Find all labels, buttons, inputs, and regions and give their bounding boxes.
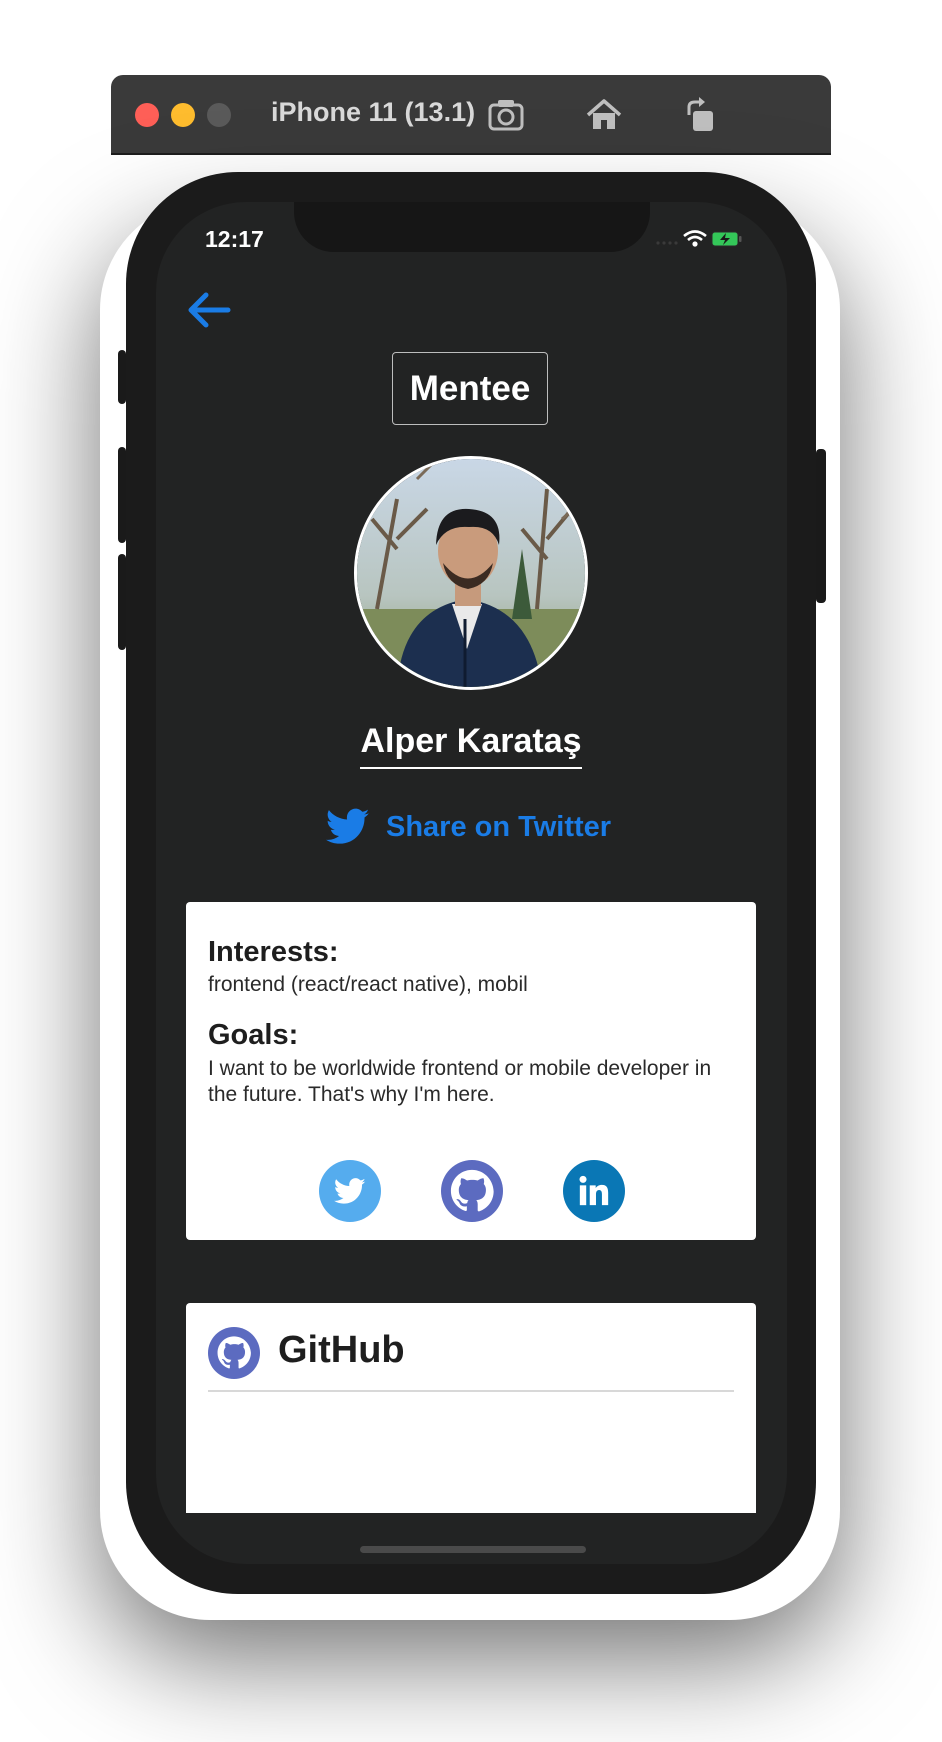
share-on-twitter-label: Share on Twitter [386, 810, 612, 843]
volume-up-button [118, 447, 126, 543]
goals-text: I want to be worldwide frontend or mobil… [208, 1057, 712, 1106]
github-card-title: GitHub [278, 1329, 405, 1371]
cellular-signal-icon [656, 241, 678, 245]
linkedin-icon[interactable] [563, 1160, 625, 1222]
github-card: GitHub [186, 1303, 756, 1513]
mute-switch [118, 350, 126, 404]
simulator-title-bar: iPhone 11 (13.1) [111, 75, 831, 153]
interests-heading: Interests: [208, 936, 339, 968]
github-glyph [450, 1169, 494, 1212]
github-card-divider [208, 1390, 734, 1392]
wifi-icon [683, 230, 707, 247]
minimize-window-button[interactable] [171, 103, 195, 127]
home-icon[interactable] [582, 93, 626, 137]
github-icon[interactable] [441, 1160, 503, 1222]
interests-text: frontend (react/react native), mobil [208, 973, 528, 996]
home-indicator[interactable] [360, 1546, 586, 1553]
profile-name[interactable]: Alper Karataş [360, 722, 582, 769]
linkedin-glyph [579, 1175, 609, 1206]
goals-heading: Goals: [208, 1019, 299, 1051]
simulator-title: iPhone 11 (13.1) [271, 97, 476, 127]
twitter-glyph [334, 1177, 366, 1204]
avatar [354, 456, 588, 690]
twitter-bird-icon [326, 808, 370, 844]
role-badge: Mentee [392, 352, 548, 425]
notch [294, 202, 650, 252]
about-card: Interests: frontend (react/react native)… [186, 902, 756, 1240]
battery-icon [711, 231, 742, 247]
screenshot-icon[interactable] [484, 93, 528, 137]
github-card-icon [208, 1327, 260, 1379]
zoom-window-button[interactable] [207, 103, 231, 127]
status-icons [656, 230, 742, 247]
arrow-left-icon[interactable] [184, 290, 232, 330]
rotate-icon[interactable] [679, 93, 723, 137]
power-button [816, 449, 826, 603]
volume-down-button [118, 554, 126, 650]
twitter-icon[interactable] [319, 1160, 381, 1222]
profile-photo [357, 459, 585, 687]
share-on-twitter-button[interactable]: Share on Twitter [326, 802, 626, 852]
status-time: 12:17 [205, 226, 264, 252]
close-window-button[interactable] [135, 103, 159, 127]
app-screen: 12:17 Mentee Alper Karataş Share on Twit… [156, 202, 787, 1564]
